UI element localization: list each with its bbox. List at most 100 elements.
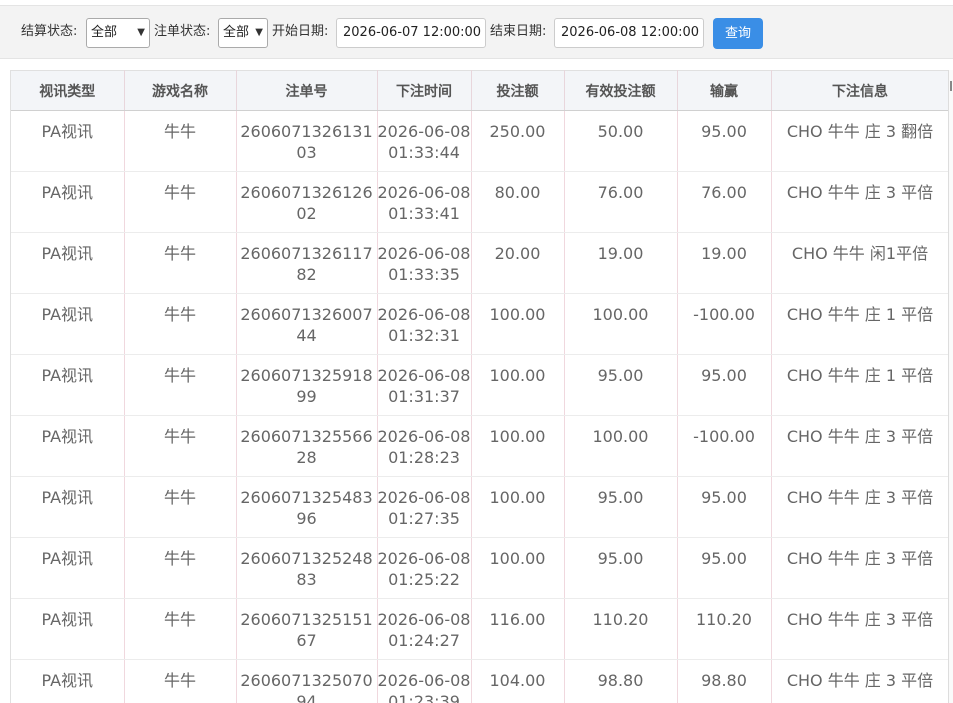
cell-valid-bet-amount: 50.00 — [564, 110, 678, 172]
start-date-label: 开始日期: — [272, 24, 329, 39]
header-bet-number[interactable]: 注单号 — [236, 70, 378, 111]
cell-video-type: PA视讯 — [11, 659, 125, 703]
cell-video-type: PA视讯 — [11, 598, 125, 660]
cell-game-name: 牛牛 — [124, 476, 237, 538]
cell-game-name: 牛牛 — [124, 110, 237, 172]
table-row: PA视讯 牛牛 260607132600744 2026-06-08 01:32… — [11, 293, 950, 355]
cell-game-name: 牛牛 — [124, 598, 237, 660]
start-date-input[interactable]: 2026-06-07 12:00:00 — [336, 18, 486, 48]
cell-bet-amount: 116.00 — [471, 598, 565, 660]
cell-bet-time: 2026-06-08 01:32:31 — [377, 293, 472, 355]
end-date-label: 结束日期: — [490, 24, 547, 39]
cell-video-type: PA视讯 — [11, 354, 125, 416]
cell-game-name: 牛牛 — [124, 659, 237, 703]
cell-game-name: 牛牛 — [124, 232, 237, 294]
chevron-down-icon: ▼ — [137, 27, 145, 38]
cell-win-loss: 76.00 — [677, 171, 772, 233]
cell-game-name: 牛牛 — [124, 171, 237, 233]
cell-bet-info: CHO 牛牛 庄 3 平倍 — [771, 415, 950, 477]
bet-status-label: 注单状态: — [154, 24, 211, 39]
cell-win-loss: 95.00 — [677, 537, 772, 599]
cell-bet-time: 2026-06-08 01:28:23 — [377, 415, 472, 477]
cell-bet-info: CHO 牛牛 庄 3 平倍 — [771, 598, 950, 660]
cell-bet-time: 2026-06-08 01:33:44 — [377, 110, 472, 172]
cell-win-loss: 95.00 — [677, 354, 772, 416]
settle-status-value: 全部 — [91, 25, 118, 40]
scrollbar-marker — [950, 81, 952, 91]
cell-valid-bet-amount: 95.00 — [564, 537, 678, 599]
table-row: PA视讯 牛牛 260607132524883 2026-06-08 01:25… — [11, 537, 950, 599]
cell-game-name: 牛牛 — [124, 293, 237, 355]
cell-bet-info: CHO 牛牛 庄 1 平倍 — [771, 354, 950, 416]
table-row: PA视讯 牛牛 260607132613103 2026-06-08 01:33… — [11, 110, 950, 172]
cell-bet-time: 2026-06-08 01:33:41 — [377, 171, 472, 233]
chevron-down-icon: ▼ — [255, 27, 263, 38]
cell-video-type: PA视讯 — [11, 537, 125, 599]
bet-records-table: 视讯类型 游戏名称 注单号 下注时间 投注额 有效投注额 输赢 下注信息 PA视… — [10, 70, 953, 703]
header-bet-amount[interactable]: 投注额 — [471, 70, 565, 111]
header-video-type[interactable]: 视讯类型 — [11, 70, 125, 111]
cell-bet-time: 2026-06-08 01:24:27 — [377, 598, 472, 660]
cell-game-name: 牛牛 — [124, 537, 237, 599]
cell-bet-amount: 100.00 — [471, 476, 565, 538]
cell-bet-info: CHO 牛牛 庄 3 平倍 — [771, 659, 950, 703]
cell-valid-bet-amount: 95.00 — [564, 354, 678, 416]
cell-bet-number: 260607132548396 — [236, 476, 378, 538]
table-row: PA视讯 牛牛 260607132556628 2026-06-08 01:28… — [11, 415, 950, 477]
cell-bet-amount: 20.00 — [471, 232, 565, 294]
cell-video-type: PA视讯 — [11, 476, 125, 538]
cell-bet-amount: 80.00 — [471, 171, 565, 233]
cell-game-name: 牛牛 — [124, 354, 237, 416]
table-row: PA视讯 牛牛 260607132591899 2026-06-08 01:31… — [11, 354, 950, 416]
cell-win-loss: 110.20 — [677, 598, 772, 660]
cell-bet-info: CHO 牛牛 庄 3 平倍 — [771, 476, 950, 538]
bet-status-select[interactable]: 全部 ▼ — [218, 18, 268, 48]
cell-game-name: 牛牛 — [124, 415, 237, 477]
query-button[interactable]: 查询 — [713, 18, 763, 49]
cell-bet-number: 260607132600744 — [236, 293, 378, 355]
cell-video-type: PA视讯 — [11, 293, 125, 355]
settle-status-label: 结算状态: — [21, 24, 78, 39]
cell-bet-time: 2026-06-08 01:23:39 — [377, 659, 472, 703]
table-row: PA视讯 牛牛 260607132612602 2026-06-08 01:33… — [11, 171, 950, 233]
cell-bet-number: 260607132611782 — [236, 232, 378, 294]
cell-valid-bet-amount: 98.80 — [564, 659, 678, 703]
filter-bar: 结算状态: 全部 ▼ 注单状态: 全部 ▼ 开始日期: 2026-06-07 1… — [0, 5, 953, 59]
cell-win-loss: 19.00 — [677, 232, 772, 294]
cell-bet-amount: 100.00 — [471, 537, 565, 599]
table-row: PA视讯 牛牛 260607132611782 2026-06-08 01:33… — [11, 232, 950, 294]
cell-bet-info: CHO 牛牛 庄 3 翻倍 — [771, 110, 950, 172]
header-bet-time[interactable]: 下注时间 — [377, 70, 472, 111]
cell-win-loss: -100.00 — [677, 415, 772, 477]
cell-video-type: PA视讯 — [11, 171, 125, 233]
cell-valid-bet-amount: 76.00 — [564, 171, 678, 233]
cell-bet-amount: 100.00 — [471, 354, 565, 416]
cell-video-type: PA视讯 — [11, 110, 125, 172]
cell-video-type: PA视讯 — [11, 415, 125, 477]
cell-bet-info: CHO 牛牛 闲1平倍 — [771, 232, 950, 294]
cell-video-type: PA视讯 — [11, 232, 125, 294]
cell-win-loss: 95.00 — [677, 110, 772, 172]
cell-bet-time: 2026-06-08 01:33:35 — [377, 232, 472, 294]
header-bet-info[interactable]: 下注信息 — [771, 70, 950, 111]
cell-bet-info: CHO 牛牛 庄 3 平倍 — [771, 537, 950, 599]
cell-bet-number: 260607132612602 — [236, 171, 378, 233]
cell-bet-amount: 250.00 — [471, 110, 565, 172]
settle-status-select[interactable]: 全部 ▼ — [86, 18, 150, 48]
cell-bet-time: 2026-06-08 01:31:37 — [377, 354, 472, 416]
cell-bet-number: 260607132524883 — [236, 537, 378, 599]
header-valid-bet-amount[interactable]: 有效投注额 — [564, 70, 678, 111]
cell-bet-number: 260607132591899 — [236, 354, 378, 416]
cell-bet-amount: 100.00 — [471, 415, 565, 477]
cell-bet-amount: 100.00 — [471, 293, 565, 355]
end-date-input[interactable]: 2026-06-08 12:00:00 — [554, 18, 704, 48]
cell-win-loss: 98.80 — [677, 659, 772, 703]
cell-valid-bet-amount: 100.00 — [564, 415, 678, 477]
table-row: PA视讯 牛牛 260607132548396 2026-06-08 01:27… — [11, 476, 950, 538]
scrollbar[interactable] — [948, 70, 953, 703]
header-win-loss[interactable]: 输赢 — [677, 70, 772, 111]
cell-valid-bet-amount: 100.00 — [564, 293, 678, 355]
header-game-name[interactable]: 游戏名称 — [124, 70, 237, 111]
cell-bet-info: CHO 牛牛 庄 1 平倍 — [771, 293, 950, 355]
table-row: PA视讯 牛牛 260607132515167 2026-06-08 01:24… — [11, 598, 950, 660]
